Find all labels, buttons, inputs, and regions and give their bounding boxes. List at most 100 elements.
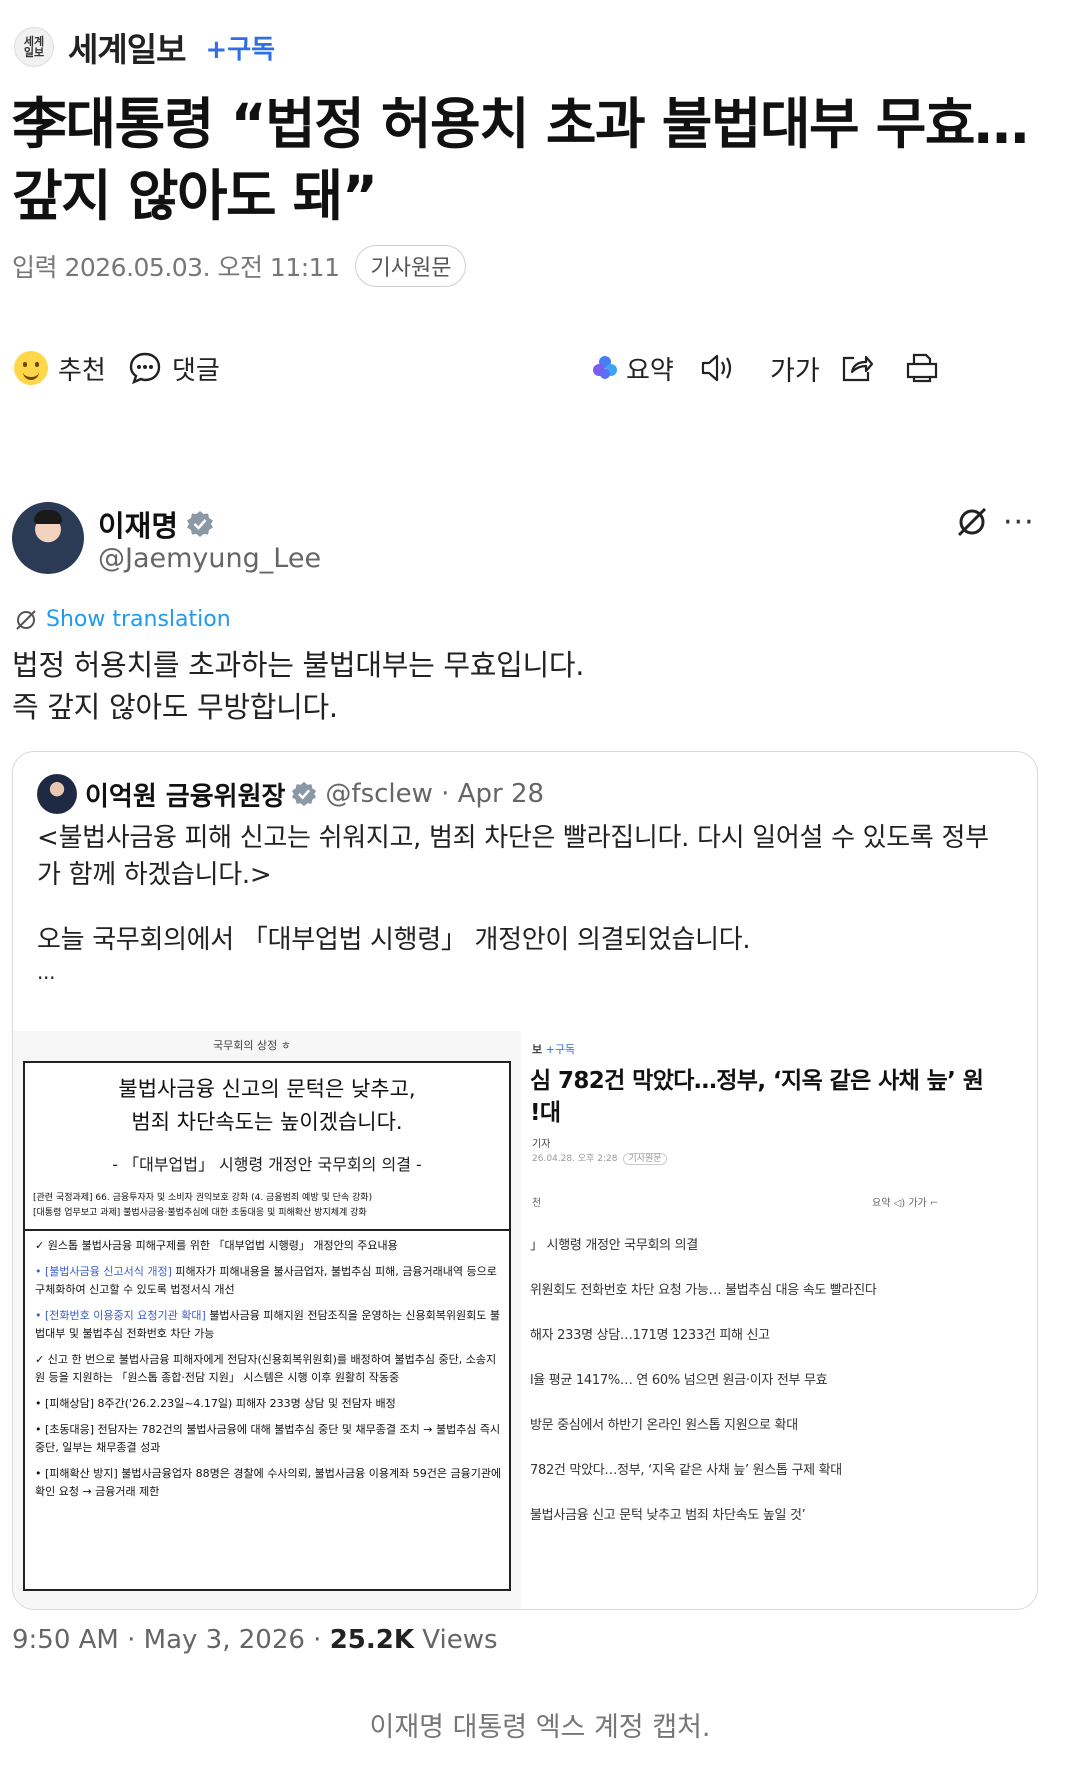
press-header: 세계 일보 세계일보 +구독 — [14, 22, 275, 72]
doc-bullet: • [초동대응] 전담자는 782건의 불법사금융에 대해 불법추심 중단 및 … — [35, 1423, 501, 1454]
translate-icon — [16, 609, 36, 630]
doc-related: [관련 국정과제] 66. 금융투자자 및 소비자 권익보호 강화 (4. 금융… — [33, 1191, 503, 1221]
author-handle[interactable]: @Jaemyung_Lee — [98, 543, 321, 574]
doc-bullet: • [피해확산 방지] 불법사금융업자 88명은 경찰에 수사의뢰, 불법사금융… — [35, 1467, 502, 1498]
author-name-text: 이재명 — [98, 509, 179, 543]
doc-related-line-1: [관련 국정과제] 66. 금융투자자 및 소비자 권익보호 강화 (4. 금융… — [33, 1193, 373, 1203]
doc-title-line-1: 불법사금융 신고의 문턱은 낮추고, — [118, 1077, 416, 1101]
article-meta: 입력 2026.05.03. 오전 11:11 기사원문 — [12, 245, 467, 287]
original-article-button[interactable]: 기사원문 — [355, 245, 467, 287]
summary-button[interactable]: 요약 — [590, 342, 674, 394]
speaker-icon — [701, 354, 732, 382]
doc-bullet: • [불법사금융 신고서식 개정] 피해자가 피해내용을 불사금업자, 불법추심… — [35, 1263, 503, 1299]
doc-top-note: 국무회의 상정 ㅎ — [213, 1039, 291, 1052]
tweet-text: 법정 허용치를 초과하는 불법대부는 무효입니다. 즉 갚지 않아도 무방합니다… — [12, 644, 585, 728]
list-item: 해자 233명 상담…171명 1233건 피해 신고 — [530, 1328, 770, 1343]
views-count: 25.2K — [329, 1625, 415, 1655]
show-translation-label: Show translation — [46, 607, 231, 632]
tweet-text-line-1: 법정 허용치를 초과하는 불법대부는 무효입니다. — [12, 648, 585, 682]
right-toolbar: 천 요약 ◁) 가가 ⌐ — [532, 1194, 1032, 1209]
doc-body: ✓ 원스톱 불법사금융 피해구제를 위한 「대부업법 시행령」 개정안의 주요내… — [35, 1237, 503, 1509]
right-orig-button: 기사원문 — [623, 1153, 667, 1165]
views-label: Views — [422, 1625, 498, 1655]
right-tool-left: 천 — [532, 1198, 542, 1209]
right-title: 심 782건 막았다…정부, ‘지옥 같은 사채 늪’ 원 !대 — [530, 1065, 1035, 1129]
quote-verified-icon — [292, 781, 317, 807]
doc-bullet: ✓ 신고 한 번으로 불법사금융 피해자에게 전담자(신용회복위원회)를 배정하… — [35, 1353, 497, 1384]
right-subscribe: +구독 — [545, 1043, 576, 1056]
headline-line-1: 李대통령 “법정 허용치 초과 불법대부 무효… — [12, 92, 1029, 156]
quote-text-line-2: 가 함께 하겠습니다.> — [37, 860, 272, 890]
quoted-tweet[interactable]: 이억원 금융위원장 @fsclew · Apr 28 <불법사금융 피해 신고는… — [12, 751, 1038, 1610]
right-tool-right: 요약 ◁) 가가 ⌐ — [872, 1198, 939, 1209]
right-press: 보 +구독 — [532, 1041, 575, 1057]
tts-button[interactable] — [700, 342, 736, 394]
list-item: 불법사금융 신고 문턱 낮추고 범죄 차단속도 높일 것’ — [530, 1508, 806, 1523]
doc-title: 불법사금융 신고의 문턱은 낮추고, 범죄 차단속도는 높이겠습니다. — [25, 1073, 509, 1139]
show-translation-link[interactable]: Show translation — [14, 607, 231, 632]
list-item: l율 평균 1417%… 연 60% 넘으면 원금·이자 전부 무효 — [530, 1373, 828, 1388]
right-reporter: 기자 — [532, 1139, 551, 1150]
quote-handle-date[interactable]: @fsclew · Apr 28 — [325, 779, 544, 809]
doc-subtitle: - 「대부업법」 시행령 개정안 국무회의 의결 - — [112, 1155, 422, 1174]
print-icon — [906, 353, 938, 383]
doc-bullet-head: • [불법사금융 신고서식 개정] — [35, 1265, 172, 1278]
share-icon — [842, 355, 874, 382]
doc-title-line-2: 범죄 차단속도는 높이겠습니다. — [131, 1110, 403, 1134]
right-press-name: 보 — [532, 1043, 543, 1056]
recommend-button[interactable]: 추천 — [14, 342, 106, 394]
comment-button[interactable]: 댓글 — [128, 342, 220, 394]
article-date: 입력 2026.05.03. 오전 11:11 — [12, 253, 340, 282]
font-size-button[interactable]: 가가 — [770, 342, 820, 394]
recommend-label: 추천 — [58, 355, 106, 386]
doc-bullet: • [전화번호 이용중지 요청기관 확대] 불법사금융 피해지원 전담조직을 운… — [35, 1307, 503, 1343]
quote-header: 이억원 금융위원장 @fsclew · Apr 28 — [37, 774, 544, 814]
headline-line-2: 갚지 않아도 돼” — [12, 164, 378, 228]
list-item: 방문 중심에서 하반기 온라인 원스톱 지원으로 확대 — [530, 1418, 798, 1433]
quote-author-name[interactable]: 이억원 금융위원장 — [85, 776, 285, 813]
smile-icon — [14, 351, 48, 385]
comment-label: 댓글 — [172, 355, 220, 386]
press-name[interactable]: 세계일보 — [68, 23, 186, 71]
share-button[interactable] — [840, 342, 874, 394]
doc-bullet: ✓ 원스톱 불법사금융 피해구제를 위한 「대부업법 시행령」 개정안의 주요내… — [35, 1239, 398, 1252]
tweet-text-line-2: 즉 갚지 않아도 무방합니다. — [12, 690, 338, 724]
summary-icon — [593, 356, 617, 379]
article-toolbar: 추천 댓글 요약 가가 — [0, 342, 1080, 394]
list-item: 위원회도 전화번호 차단 요청 가능… 불법추심 대응 속도 빨라진다 — [530, 1283, 877, 1298]
image-caption: 이재명 대통령 엑스 계정 캡처. — [369, 1712, 711, 1743]
quote-ellipsis: ... — [37, 960, 56, 984]
quote-text-line-3: 오늘 국무회의에서 「대부업법 시행령」 개정안이 의결되었습니다. — [37, 925, 751, 955]
doc-related-line-2: [대통령 업무보고 과제] 불법사금융·불법추심에 대한 초동대응 및 피해확산… — [33, 1208, 367, 1218]
tweet-timestamp[interactable]: 9:50 AM · May 3, 2026 · — [12, 1625, 321, 1655]
media-image-article[interactable]: 보 +구독 심 782건 막았다…정부, ‘지옥 같은 사채 늪’ 원 !대 기… — [526, 1031, 1037, 1609]
doc-bullet-head: • [전화번호 이용중지 요청기관 확대] — [35, 1309, 206, 1322]
author-avatar[interactable] — [12, 502, 84, 574]
print-button[interactable] — [905, 342, 939, 394]
more-options-icon[interactable]: ··· — [1003, 505, 1035, 540]
right-date-text: 26.04.28. 오후 2:28 — [532, 1154, 618, 1164]
quote-media: 국무회의 상정 ㅎ 불법사금융 신고의 문턱은 낮추고, 범죄 차단속도는 높이… — [13, 1031, 1037, 1609]
media-image-document[interactable]: 국무회의 상정 ㅎ 불법사금융 신고의 문턱은 낮추고, 범죄 차단속도는 높이… — [13, 1031, 523, 1609]
list-item: 」 시행령 개정안 국무회의 의결 — [530, 1238, 698, 1253]
right-title-line-2: !대 — [530, 1100, 561, 1126]
right-title-line-1: 심 782건 막았다…정부, ‘지옥 같은 사채 늪’ 원 — [530, 1068, 984, 1094]
verified-icon — [187, 511, 214, 537]
summary-label: 요약 — [626, 355, 674, 386]
quote-text: <불법사금융 피해 신고는 쉬워지고, 범죄 차단은 빨라집니다. 다시 일어설… — [37, 820, 1027, 985]
doc-bullet: • [피해상담] 8주간('26.2.23일~4.17일) 피해자 233명 상… — [35, 1397, 396, 1410]
grok-icon[interactable] — [955, 505, 989, 539]
quote-avatar[interactable] — [37, 774, 77, 814]
comment-icon — [129, 352, 161, 385]
doc-box: 불법사금융 신고의 문턱은 낮추고, 범죄 차단속도는 높이겠습니다. - 「대… — [23, 1061, 511, 1591]
subscribe-button[interactable]: +구독 — [205, 29, 275, 66]
article-headline: 李대통령 “법정 허용치 초과 불법대부 무효… 갚지 않아도 돼” — [12, 88, 1062, 232]
right-summary-list: 」 시행령 개정안 국무회의 의결 위원회도 전화번호 차단 요청 가능… 불법… — [526, 1236, 1037, 1551]
author-name[interactable]: 이재명 — [98, 503, 214, 545]
doc-divider — [25, 1229, 509, 1231]
font-size-label: 가가 — [770, 355, 820, 387]
tweet-footer: 9:50 AM · May 3, 2026 · 25.2K Views — [12, 1625, 498, 1655]
list-item: 782건 막았다…정부, ‘지옥 같은 사채 늪’ 원스톱 구제 확대 — [530, 1463, 842, 1478]
press-logo[interactable]: 세계 일보 — [14, 27, 54, 67]
right-date: 26.04.28. 오후 2:28 기사원문 — [532, 1151, 667, 1165]
